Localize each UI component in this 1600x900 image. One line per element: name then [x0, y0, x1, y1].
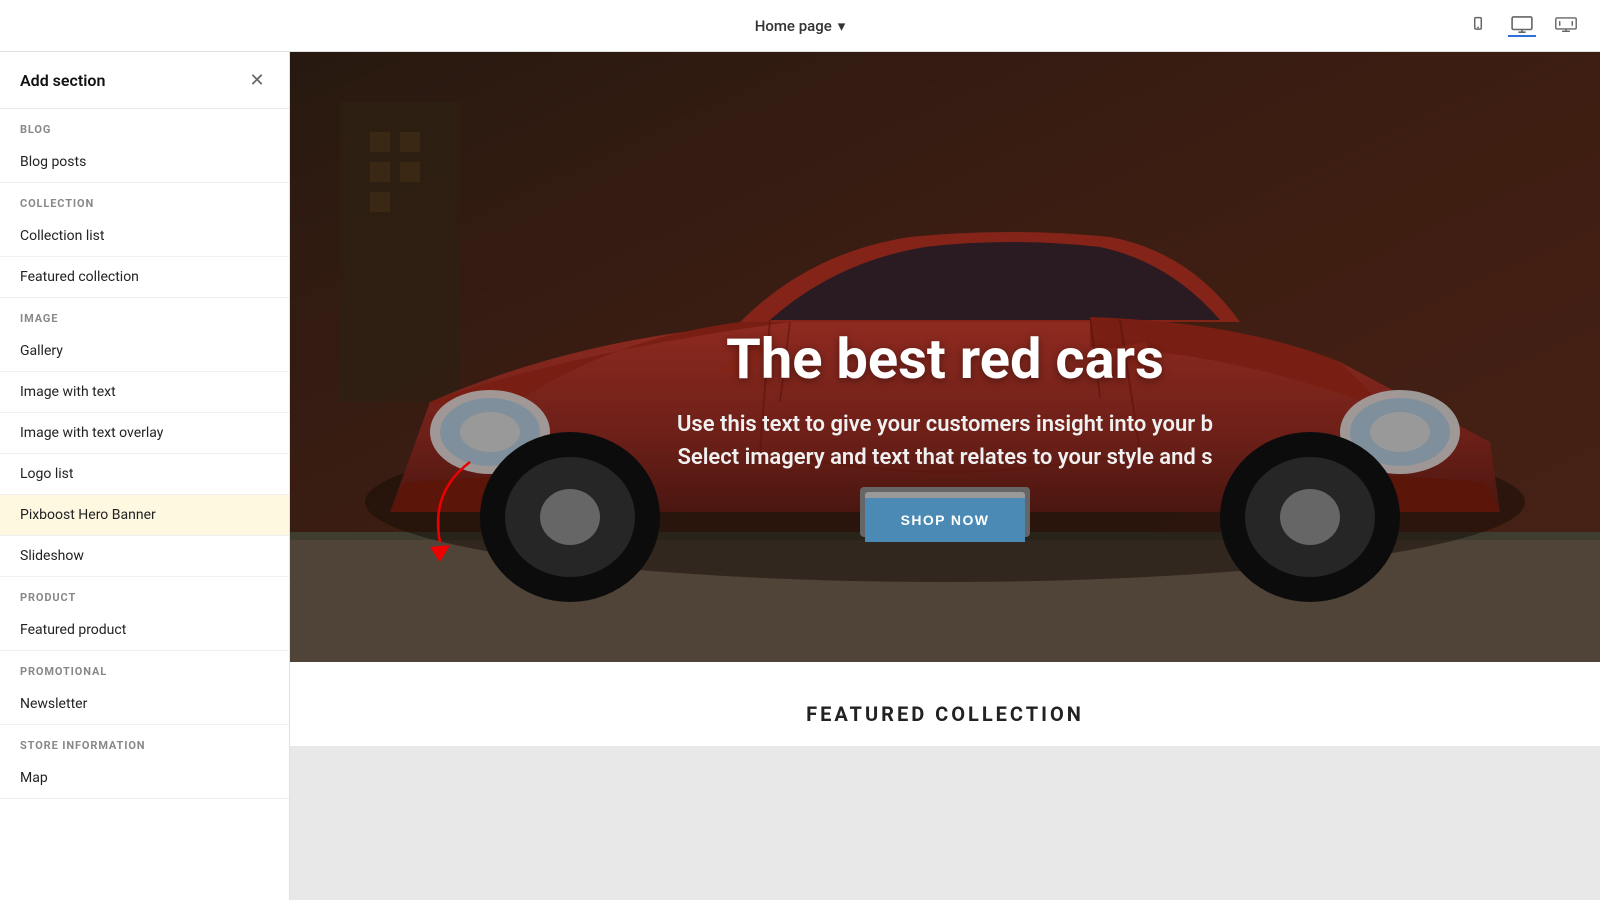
sidebar-item-image-with-text[interactable]: Image with text — [0, 372, 289, 413]
sidebar-item-featured-product[interactable]: Featured product — [0, 610, 289, 651]
sidebar-item-gallery[interactable]: Gallery — [0, 331, 289, 372]
sidebar-item-image-with-text-overlay[interactable]: Image with text overlay — [0, 413, 289, 454]
hero-section: The best red cars Use this text to give … — [290, 52, 1600, 662]
category-collection: COLLECTION — [0, 183, 289, 216]
page-selector[interactable]: Home page ▾ — [755, 17, 846, 35]
wide-viewport-button[interactable] — [1552, 15, 1580, 37]
sidebar-item-slideshow[interactable]: Slideshow — [0, 536, 289, 577]
sidebar-item-featured-collection[interactable]: Featured collection — [0, 257, 289, 298]
sidebar-item-collection-list[interactable]: Collection list — [0, 216, 289, 257]
featured-collection-section: FEATURED COLLECTION — [290, 662, 1600, 746]
sidebar-item-pixboost-hero-banner[interactable]: Pixboost Hero Banner — [0, 495, 289, 536]
sidebar-item-newsletter[interactable]: Newsletter — [0, 684, 289, 725]
hero-subtitle-1: Use this text to give your customers ins… — [290, 408, 1600, 441]
sidebar-item-logo-list[interactable]: Logo list — [0, 454, 289, 495]
sidebar-item-blog-posts[interactable]: Blog posts — [0, 142, 289, 183]
category-promotional: PROMOTIONAL — [0, 651, 289, 684]
sidebar-item-map[interactable]: Map — [0, 758, 289, 799]
sidebar-header: Add section ✕ — [0, 52, 289, 109]
preview-content: The best red cars Use this text to give … — [290, 52, 1600, 746]
page-label: Home page — [755, 17, 832, 35]
add-section-sidebar: Add section ✕ BLOG Blog posts COLLECTION… — [0, 52, 290, 900]
hero-subtitle-2: Select imagery and text that relates to … — [290, 445, 1600, 470]
sidebar-title: Add section — [20, 71, 105, 90]
mobile-viewport-button[interactable] — [1464, 15, 1492, 37]
header: Home page ▾ — [0, 0, 1600, 52]
category-blog: BLOG — [0, 109, 289, 142]
preview-area: The best red cars Use this text to give … — [290, 52, 1600, 900]
featured-collection-title: FEATURED COLLECTION — [310, 702, 1580, 726]
category-product: PRODUCT — [0, 577, 289, 610]
hero-title: The best red cars — [290, 326, 1600, 392]
viewport-controls — [1464, 15, 1580, 37]
category-store-information: STORE INFORMATION — [0, 725, 289, 758]
shop-now-button[interactable]: SHOP NOW — [865, 498, 1026, 542]
main-layout: Add section ✕ BLOG Blog posts COLLECTION… — [0, 52, 1600, 900]
category-image: IMAGE — [0, 298, 289, 331]
hero-text-content: The best red cars Use this text to give … — [290, 326, 1600, 542]
desktop-viewport-button[interactable] — [1508, 15, 1536, 37]
close-button[interactable]: ✕ — [245, 68, 269, 92]
chevron-down-icon: ▾ — [838, 17, 846, 35]
